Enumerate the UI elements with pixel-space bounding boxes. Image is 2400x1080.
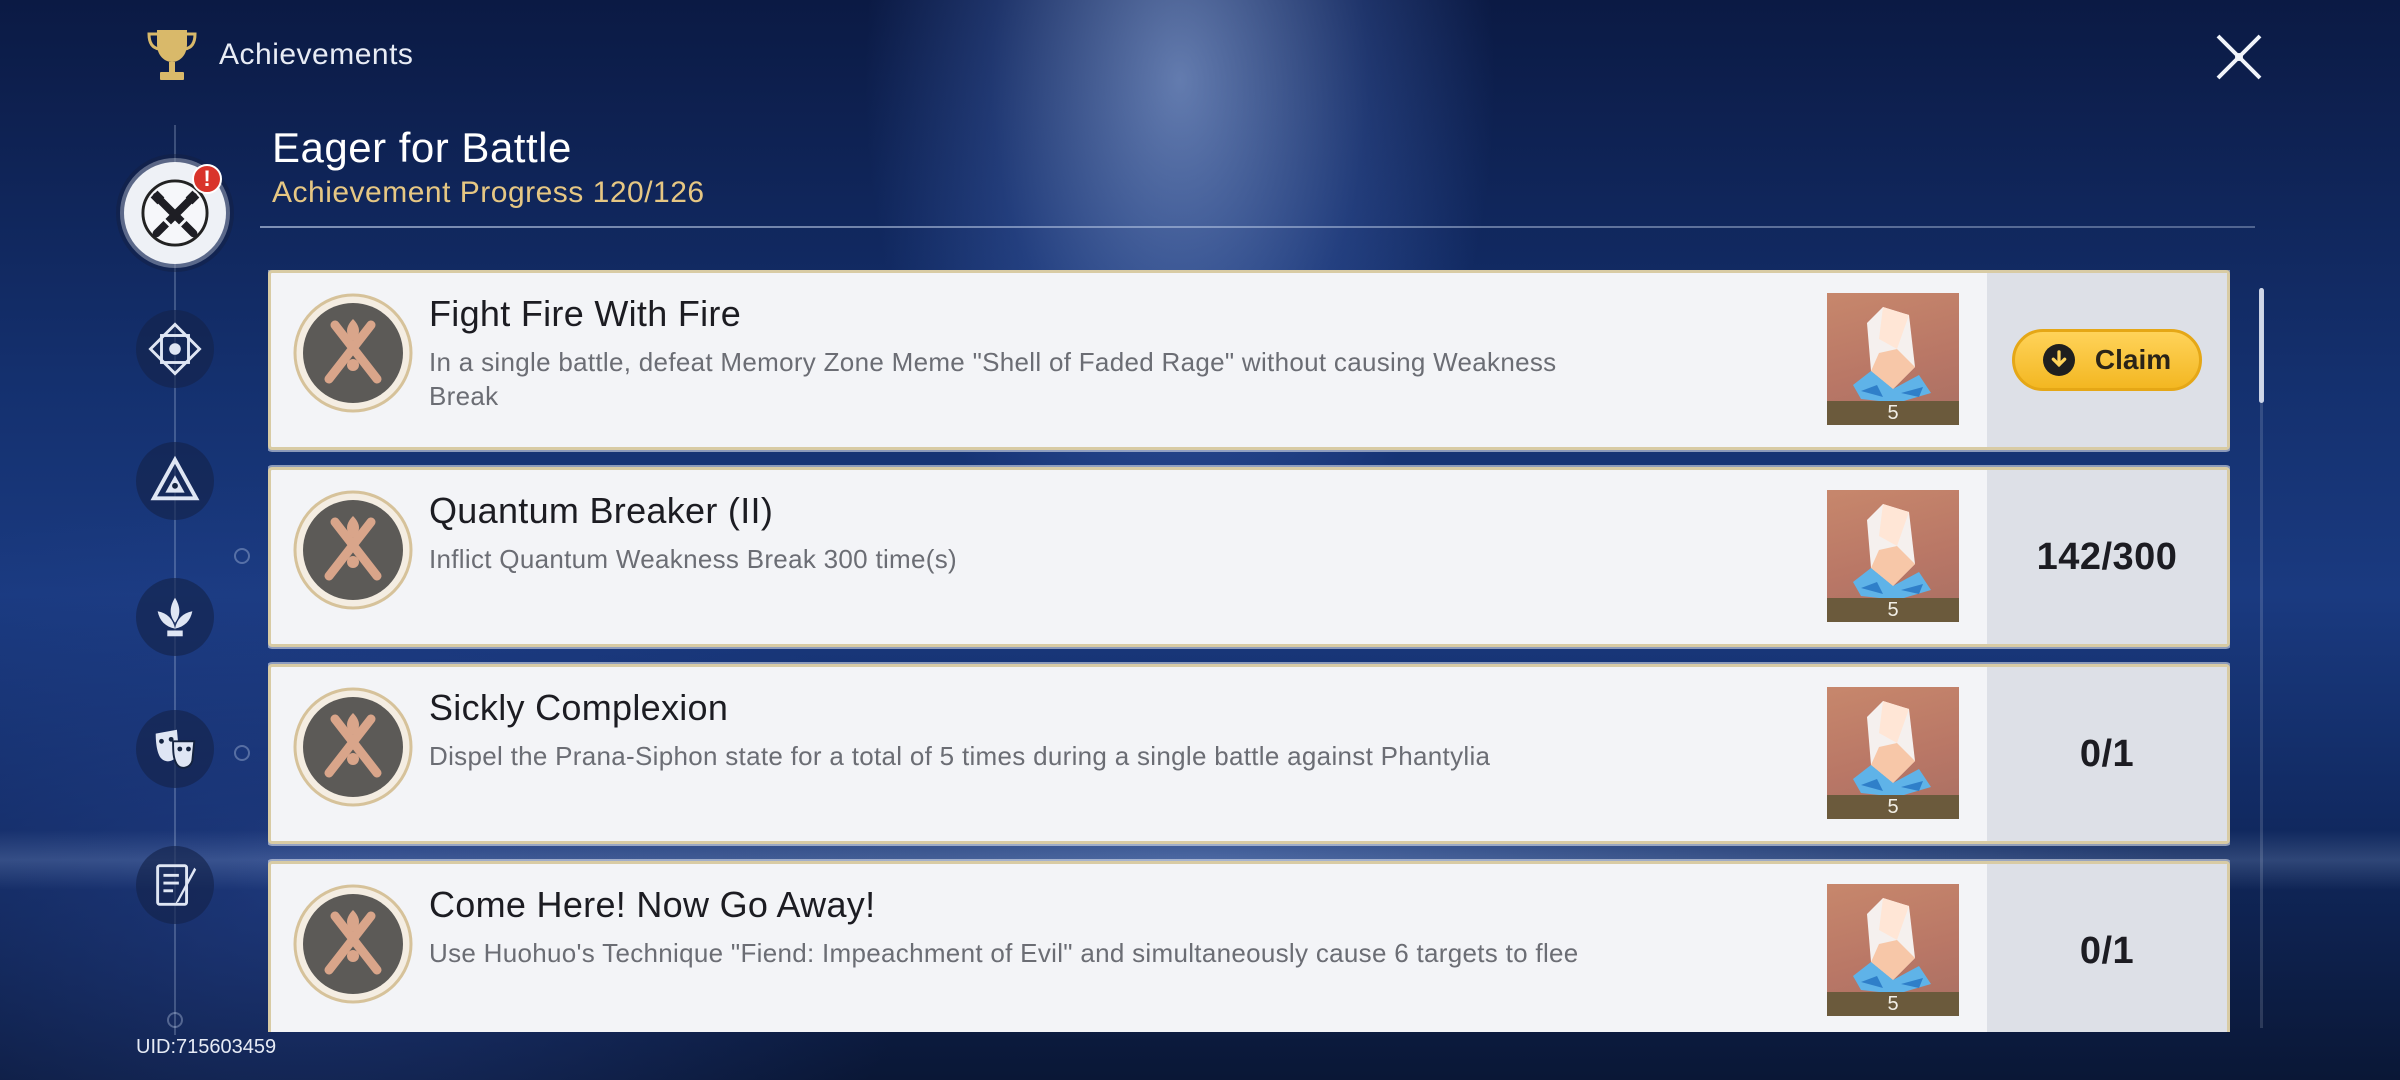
scrollbar-thumb[interactable] [2259, 288, 2264, 403]
section-title: Eager for Battle [272, 124, 572, 171]
achievement-title: Quantum Breaker (II) [429, 490, 774, 531]
triangle-emblem-icon [150, 455, 200, 501]
diamond-emblem-icon [148, 322, 202, 376]
page-header: Achievements [145, 26, 413, 84]
rail-dot [234, 548, 250, 564]
achievement-progress-count: 142/300 [2036, 535, 2178, 578]
achievement-title: Sickly Complexion [429, 687, 729, 728]
achievement-description: In a single battle, defeat Memory Zone M… [429, 347, 1557, 411]
category-tab-6[interactable] [136, 846, 214, 924]
rail-dot [234, 745, 250, 761]
reward-item[interactable]: 5 [1827, 687, 1959, 819]
status-panel: 0/1 [1987, 667, 2227, 841]
reward-item[interactable]: 5 [1827, 884, 1959, 1016]
achievement-list[interactable]: Fight Fire With Fire In a single battle,… [268, 270, 2230, 1032]
achievement-card[interactable]: Sickly Complexion Dispel the Prana-Sipho… [268, 664, 2230, 844]
rail-dot [167, 1012, 183, 1028]
reward-count: 5 [1887, 402, 1899, 424]
achievement-description: Dispel the Prana-Siphon state for a tota… [429, 741, 1491, 771]
achievement-emblem-icon [293, 687, 413, 807]
achievement-progress: Achievement Progress 120/126 [272, 176, 705, 209]
claim-button[interactable]: Claim [2012, 329, 2202, 391]
achievement-title: Fight Fire With Fire [429, 293, 742, 334]
reward-item[interactable]: 5 [1827, 293, 1959, 425]
achievement-card[interactable]: Quantum Breaker (II) Inflict Quantum Wea… [268, 467, 2230, 647]
notification-badge: ! [192, 164, 222, 194]
theater-masks-icon [155, 729, 196, 769]
achievement-card[interactable]: Fight Fire With Fire In a single battle,… [268, 270, 2230, 450]
category-tab-3[interactable] [136, 442, 214, 520]
category-eager-for-battle[interactable]: ! [124, 162, 226, 264]
achievement-description: Use Huohuo's Technique "Fiend: Impeachme… [429, 938, 1579, 968]
achievement-emblem-icon [293, 884, 413, 1004]
download-arrow-icon [2042, 344, 2075, 376]
category-tab-5[interactable] [136, 710, 214, 788]
achievement-description: Inflict Quantum Weakness Break 300 time(… [429, 544, 957, 574]
trophy-icon [147, 30, 197, 80]
achievement-progress-count: 0/1 [2079, 732, 2135, 775]
book-quill-icon [156, 864, 197, 906]
category-tab-4[interactable] [136, 578, 214, 656]
reward-count: 5 [1887, 599, 1899, 621]
achievement-card[interactable]: Come Here! Now Go Away! Use Huohuo's Tec… [268, 861, 2230, 1032]
lotus-emblem-icon [157, 597, 193, 637]
page-title: Achievements [219, 38, 414, 71]
reward-count: 5 [1887, 993, 1899, 1015]
user-id: UID:715603459 [136, 1036, 277, 1058]
achievement-title: Come Here! Now Go Away! [429, 884, 876, 925]
reward-count: 5 [1887, 796, 1899, 818]
achievement-emblem-icon [293, 293, 413, 413]
claim-label: Claim [2094, 344, 2172, 375]
category-tab-2[interactable] [136, 310, 214, 388]
status-panel: 0/1 [1987, 864, 2227, 1032]
status-panel: Claim [1987, 273, 2227, 447]
status-panel: 142/300 [1987, 470, 2227, 644]
section-divider [260, 226, 2255, 228]
close-icon[interactable] [2212, 30, 2266, 84]
achievement-emblem-icon [293, 490, 413, 610]
reward-item[interactable]: 5 [1827, 490, 1959, 622]
achievement-progress-count: 0/1 [2079, 929, 2135, 972]
